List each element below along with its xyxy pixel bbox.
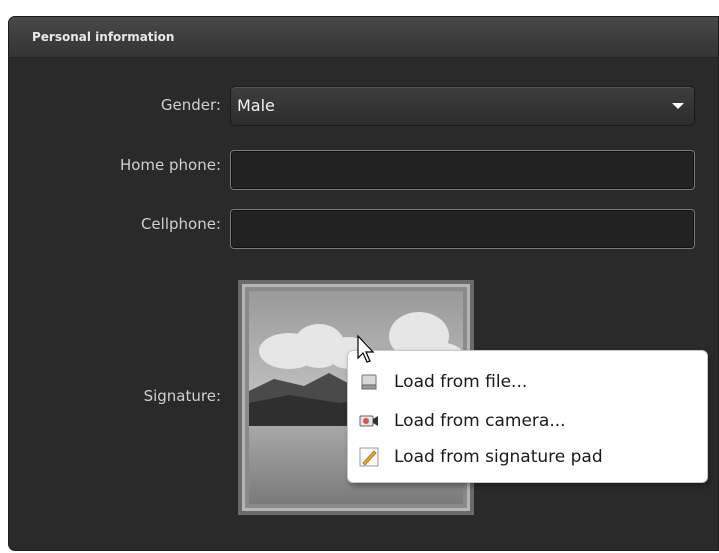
cellphone-label: Cellphone:: [140, 215, 221, 233]
signature-pad-icon: [358, 446, 380, 468]
camera-icon: [358, 410, 380, 432]
gender-label: Gender:: [160, 96, 221, 114]
panel-title: Personal information: [9, 17, 718, 58]
home-phone-field[interactable]: [230, 150, 695, 190]
mouse-pointer-icon: [357, 334, 375, 363]
gender-dropdown[interactable]: Male: [230, 86, 695, 126]
signature-context-menu: Load from file... Load from camera... Lo…: [347, 350, 708, 483]
cellphone-field[interactable]: [230, 209, 695, 249]
menu-item-load-from-file[interactable]: Load from file...: [358, 367, 688, 397]
chevron-down-icon: [672, 103, 684, 109]
menu-item-load-from-camera[interactable]: Load from camera...: [358, 406, 688, 436]
signature-label: Signature:: [143, 387, 221, 405]
menu-item-label: Load from signature pad: [394, 447, 603, 467]
file-icon: [358, 371, 380, 393]
gender-selected-value: Male: [237, 96, 275, 115]
menu-item-load-from-signature-pad[interactable]: Load from signature pad: [358, 442, 688, 472]
menu-item-label: Load from camera...: [394, 411, 566, 431]
home-phone-label: Home phone:: [119, 156, 221, 174]
menu-item-label: Load from file...: [394, 372, 528, 392]
